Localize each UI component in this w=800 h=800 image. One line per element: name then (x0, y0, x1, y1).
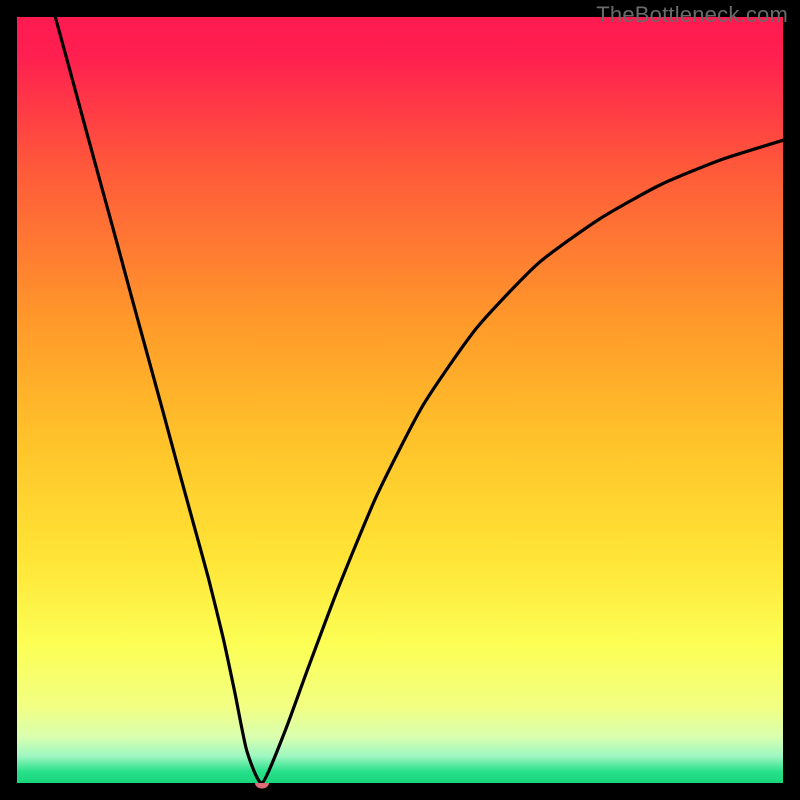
gradient-background (17, 17, 783, 783)
plot-area (17, 17, 783, 783)
chart-svg (17, 17, 783, 783)
watermark-text: TheBottleneck.com (596, 2, 788, 28)
chart-frame: TheBottleneck.com (0, 0, 800, 800)
